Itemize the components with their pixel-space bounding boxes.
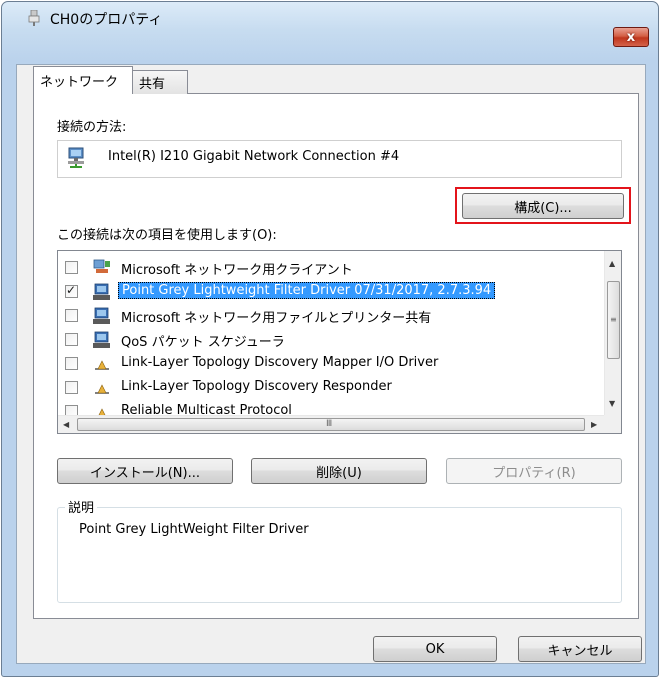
- install-button[interactable]: インストール(N)...: [57, 458, 233, 484]
- vertical-scrollbar[interactable]: ▲ ≡ ▼: [604, 251, 621, 415]
- uninstall-button[interactable]: 削除(U): [251, 458, 427, 484]
- item-label: Link-Layer Topology Discovery Responder: [121, 379, 392, 394]
- scroll-left-icon[interactable]: ◀: [63, 420, 69, 429]
- scrollbar-corner: [604, 415, 621, 433]
- scroll-up-icon[interactable]: ▲: [609, 259, 615, 268]
- item-checkbox[interactable]: [65, 381, 78, 394]
- network-client-icon: [93, 259, 110, 273]
- cancel-button[interactable]: キャンセル: [518, 636, 642, 662]
- list-item[interactable]: Microsoft ネットワーク用クライアント: [58, 256, 603, 280]
- description-legend: 説明: [65, 497, 98, 516]
- list-item[interactable]: ✓ Point Grey Lightweight Filter Driver 0…: [58, 280, 603, 304]
- grip-icon: ≡: [610, 315, 617, 324]
- window-title: CH0のプロパティ: [50, 12, 163, 28]
- item-label: Link-Layer Topology Discovery Mapper I/O…: [121, 355, 439, 370]
- network-adapter-icon: [28, 10, 40, 26]
- list-item[interactable]: QoS パケット スケジューラ: [58, 328, 603, 352]
- vertical-scroll-thumb[interactable]: ≡: [607, 281, 620, 359]
- adapter-name: Intel(R) I210 Gigabit Network Connection…: [108, 149, 400, 164]
- check-icon: ✓: [66, 283, 77, 297]
- item-label: Point Grey Lightweight Filter Driver 07/…: [118, 282, 496, 299]
- items-label: この接続は次の項目を使用します(O):: [57, 228, 277, 243]
- network-service-icon: [93, 331, 110, 348]
- item-checkbox[interactable]: [65, 357, 78, 370]
- description-text: Point Grey LightWeight Filter Driver: [79, 522, 309, 537]
- list-item[interactable]: Microsoft ネットワーク用ファイルとプリンター共有: [58, 304, 603, 328]
- connect-using-label: 接続の方法:: [57, 120, 127, 135]
- tab-sharing[interactable]: 共有: [132, 70, 188, 94]
- components-list[interactable]: Microsoft ネットワーク用クライアント ✓ Point Grey Lig…: [57, 250, 622, 434]
- ok-button[interactable]: OK: [373, 636, 497, 662]
- item-label: Microsoft ネットワーク用ファイルとプリンター共有: [121, 311, 432, 326]
- list-item[interactable]: Link-Layer Topology Discovery Responder: [58, 376, 603, 400]
- grip-icon: Ⅲ: [326, 419, 333, 429]
- close-button[interactable]: x: [613, 27, 649, 47]
- protocol-icon: [95, 360, 109, 370]
- close-icon: x: [626, 29, 636, 45]
- tab-network[interactable]: ネットワーク: [33, 66, 133, 94]
- scroll-right-icon[interactable]: ▶: [591, 420, 597, 429]
- horizontal-scrollbar[interactable]: ◀ Ⅲ ▶: [58, 415, 604, 433]
- item-checkbox[interactable]: [65, 309, 78, 322]
- protocol-icon: [95, 384, 109, 394]
- properties-button[interactable]: プロパティ(R): [446, 458, 622, 484]
- network-adapter-icon: [68, 147, 84, 168]
- item-checkbox[interactable]: [65, 333, 78, 346]
- title-bar[interactable]: CH0のプロパティ: [2, 2, 658, 32]
- item-checkbox[interactable]: ✓: [65, 283, 78, 298]
- list-item[interactable]: Link-Layer Topology Discovery Mapper I/O…: [58, 352, 603, 376]
- item-label: Microsoft ネットワーク用クライアント: [121, 263, 353, 278]
- horizontal-scroll-thumb[interactable]: Ⅲ: [77, 418, 585, 431]
- item-label: QoS パケット スケジューラ: [121, 335, 285, 350]
- item-checkbox[interactable]: [65, 261, 78, 274]
- network-service-icon: [93, 307, 110, 324]
- configure-button[interactable]: 構成(C)...: [462, 193, 624, 219]
- network-service-icon: [93, 283, 110, 300]
- scroll-down-icon[interactable]: ▼: [609, 399, 615, 408]
